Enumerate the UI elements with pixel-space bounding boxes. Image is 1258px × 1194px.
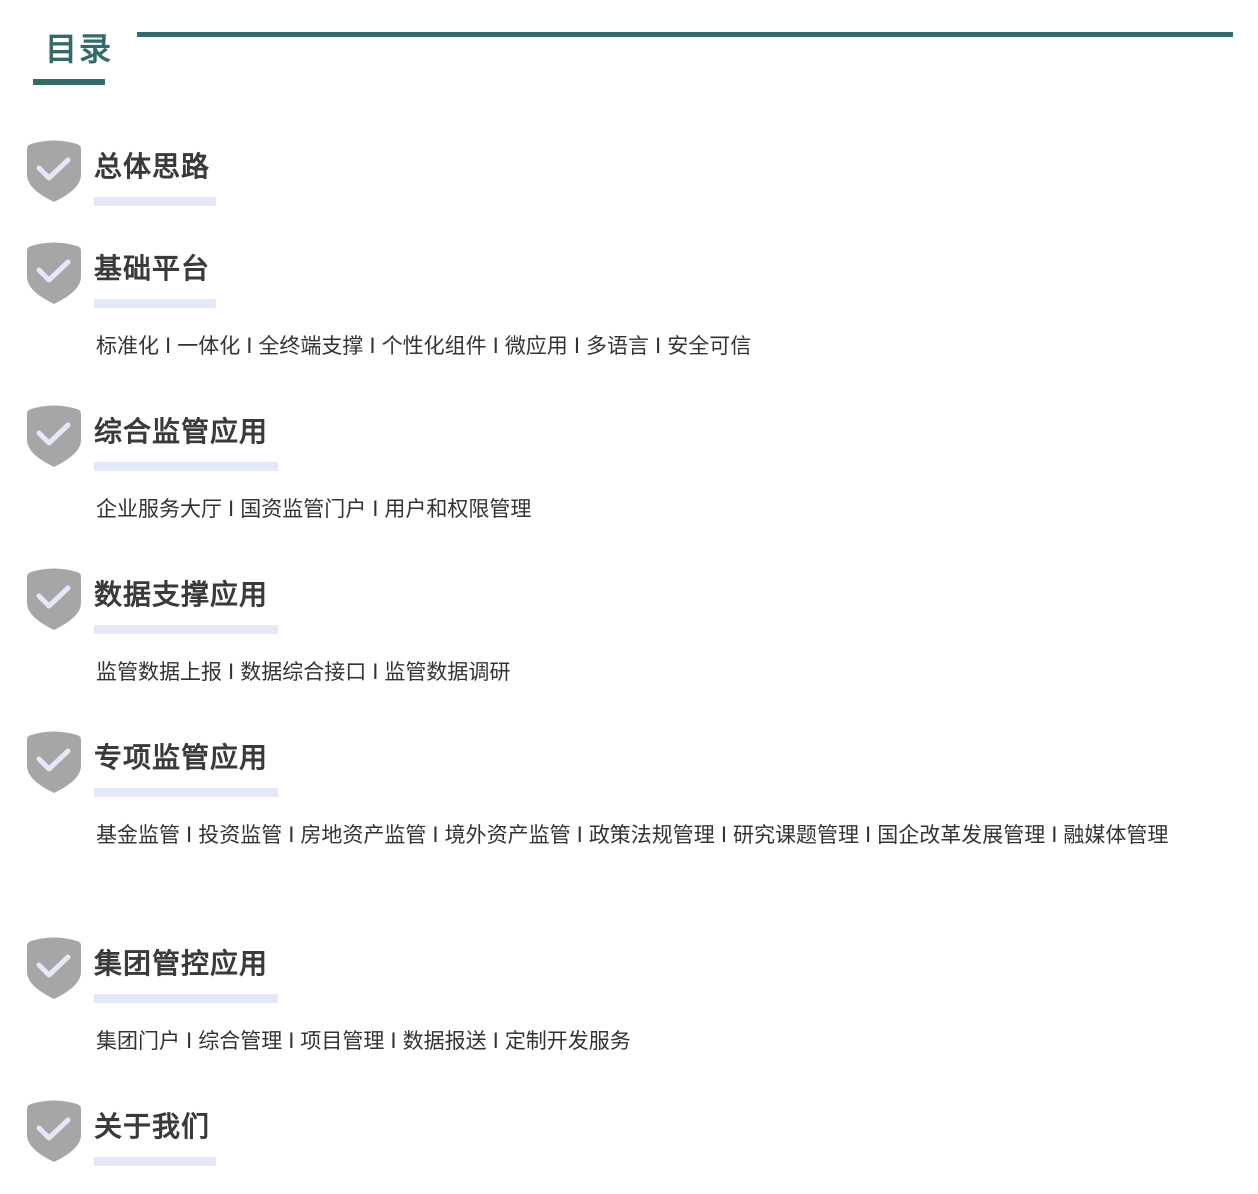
section-heading[interactable]: 数据支撑应用 <box>94 575 268 615</box>
section-item[interactable]: 定制开发服务 <box>505 1029 631 1053</box>
section-item-list: 企业服务大厅 I 国资监管门户 I 用户和权限管理 <box>96 488 1176 531</box>
section-item[interactable]: 融媒体管理 <box>1063 823 1168 847</box>
section-item[interactable]: 用户和权限管理 <box>384 497 531 521</box>
item-separator: I <box>369 334 376 358</box>
section-item[interactable]: 政策法规管理 <box>589 823 715 847</box>
item-separator: I <box>1051 823 1058 847</box>
section-item[interactable]: 国企改革发展管理 <box>877 823 1045 847</box>
item-separator: I <box>246 334 253 358</box>
section-heading[interactable]: 集团管控应用 <box>94 944 268 984</box>
shield-check-icon <box>27 937 81 999</box>
heading-underline-bar <box>94 462 278 471</box>
toc-title: 目录 <box>45 30 114 68</box>
section-heading[interactable]: 基础平台 <box>94 249 210 289</box>
section-item-list: 监管数据上报 I 数据综合接口 I 监管数据调研 <box>96 651 1176 694</box>
item-separator: I <box>165 334 172 358</box>
heading-underline-bar <box>94 1157 216 1166</box>
section-item[interactable]: 基金监管 <box>96 823 180 847</box>
heading-underline-bar <box>94 994 278 1003</box>
section-item[interactable]: 多语言 <box>586 334 649 358</box>
item-separator: I <box>186 823 193 847</box>
section-item[interactable]: 个性化组件 <box>382 334 487 358</box>
section-item[interactable]: 综合管理 <box>198 1029 282 1053</box>
shield-check-icon <box>27 1100 81 1162</box>
item-separator: I <box>288 1029 295 1053</box>
item-separator: I <box>492 334 499 358</box>
section-item[interactable]: 投资监管 <box>198 823 282 847</box>
section-item-list: 标准化 I 一体化 I 全终端支撑 I 个性化组件 I 微应用 I 多语言 I 安全可信 <box>96 325 1176 368</box>
section-item[interactable]: 企业服务大厅 <box>96 497 222 521</box>
section-item[interactable]: 一体化 <box>177 334 240 358</box>
item-separator: I <box>655 334 662 358</box>
item-separator: I <box>432 823 439 847</box>
item-separator: I <box>573 334 581 358</box>
section-item[interactable]: 房地资产监管 <box>300 823 426 847</box>
shield-check-icon <box>27 140 81 202</box>
item-separator: I <box>186 1029 193 1053</box>
section-item[interactable]: 安全可信 <box>667 334 751 358</box>
heading-underline-bar <box>94 625 278 634</box>
section-item-list: 基金监管 I 投资监管 I 房地资产监管 I 境外资产监管 I 政策法规管理 I 研究课题管理 I 国企… <box>96 814 1176 857</box>
toc-title-underline <box>33 79 105 85</box>
item-separator: I <box>228 497 235 521</box>
section-item[interactable]: 数据报送 <box>403 1029 487 1053</box>
heading-underline-bar <box>94 299 216 308</box>
section-item[interactable]: 集团门户 <box>96 1029 180 1053</box>
section-heading[interactable]: 关于我们 <box>94 1107 210 1147</box>
item-separator: I <box>288 823 295 847</box>
section-item[interactable]: 项目管理 <box>300 1029 384 1053</box>
item-separator: I <box>372 497 379 521</box>
section-item[interactable]: 监管数据调研 <box>384 660 510 684</box>
heading-underline-bar <box>94 197 216 206</box>
section-item[interactable]: 境外资产监管 <box>445 823 571 847</box>
section-item-list: 集团门户 I 综合管理 I 项目管理 I 数据报送 I 定制开发服务 <box>96 1020 1176 1063</box>
section-item[interactable]: 监管数据上报 <box>96 660 222 684</box>
shield-check-icon <box>27 242 81 304</box>
section-item[interactable]: 研究课题管理 <box>733 823 859 847</box>
section-item[interactable]: 数据综合接口 <box>240 660 366 684</box>
item-separator: I <box>390 1029 397 1053</box>
shield-check-icon <box>27 568 81 630</box>
section-item[interactable]: 全终端支撑 <box>258 334 363 358</box>
item-separator: I <box>576 823 583 847</box>
section-item[interactable]: 标准化 <box>96 334 159 358</box>
item-separator: I <box>865 823 872 847</box>
item-separator: I <box>372 660 379 684</box>
section-item[interactable]: 国资监管门户 <box>240 497 366 521</box>
toc-top-divider <box>137 32 1233 37</box>
item-separator: I <box>492 1029 499 1053</box>
shield-check-icon <box>27 731 81 793</box>
section-heading[interactable]: 总体思路 <box>94 147 210 187</box>
section-heading[interactable]: 专项监管应用 <box>94 738 268 778</box>
section-item[interactable]: 微应用 <box>505 334 568 358</box>
heading-underline-bar <box>94 788 278 797</box>
section-heading[interactable]: 综合监管应用 <box>94 412 268 452</box>
item-separator: I <box>720 823 728 847</box>
item-separator: I <box>228 660 235 684</box>
shield-check-icon <box>27 405 81 467</box>
